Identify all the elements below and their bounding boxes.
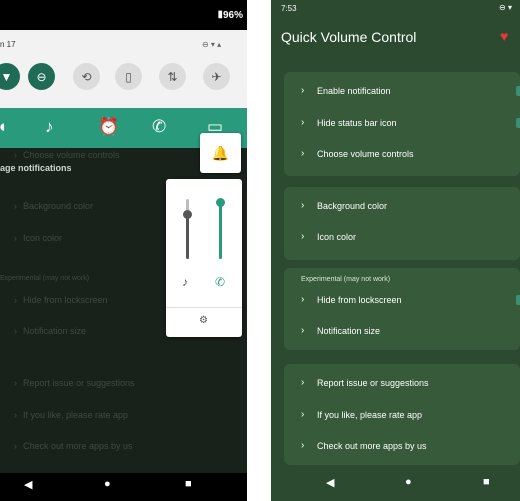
clock: 7:53	[281, 4, 297, 13]
chevron-right-icon: ›	[301, 409, 305, 420]
status-bar: 7:53 ⊖ ▾	[271, 0, 520, 18]
chevron-right-icon: ›	[301, 377, 305, 388]
call-volume-fill	[219, 202, 222, 259]
call-volume-thumb[interactable]	[216, 198, 225, 207]
battery-saver-tile[interactable]: ▯	[115, 63, 142, 90]
bg-row: › Report issue or suggestions	[14, 378, 135, 388]
chevron-right-icon: ›	[301, 117, 305, 128]
bg-section-title: age notifications	[0, 163, 72, 173]
ring-icon[interactable]: ◖	[0, 117, 7, 137]
bg-row: › Notification size	[14, 326, 87, 336]
settings-item[interactable]: Icon color	[317, 232, 356, 242]
home-icon[interactable]: ●	[405, 476, 412, 488]
call-icon[interactable]: ✆	[152, 117, 166, 137]
music-icon[interactable]: ♪	[45, 117, 54, 137]
airplane-icon: ✈	[211, 69, 222, 84]
right-phone-screen: 7:53 ⊖ ▾ Quick Volume Control ♥ Experime…	[271, 0, 520, 501]
bg-row: › If you like, please rate app	[14, 410, 129, 420]
settings-item[interactable]: Check out more apps by us	[317, 441, 427, 451]
bg-row: › Hide from lockscreen	[14, 295, 108, 305]
heart-icon[interactable]: ♥	[500, 28, 508, 44]
settings-item[interactable]: Hide status bar icon	[317, 118, 397, 128]
status-bar: ▮ 96%	[0, 0, 247, 30]
dnd-icon: ⊖	[36, 69, 47, 84]
settings-item[interactable]: Enable notification	[317, 86, 391, 96]
volume-panel: ♪ ✆ ⚙	[166, 179, 242, 337]
back-icon[interactable]: ◀	[326, 476, 334, 489]
wifi-icon: ▼	[0, 69, 13, 84]
bg-row: › Icon color	[14, 233, 63, 243]
bg-row: › Check out more apps by us	[14, 441, 133, 451]
data-icon: ⇅	[167, 69, 178, 84]
settings-item[interactable]: Hide from lockscreen	[317, 295, 402, 305]
navigation-bar	[0, 473, 247, 501]
settings-gear-icon[interactable]: ⚙	[199, 315, 208, 326]
recents-icon[interactable]: ■	[483, 476, 490, 488]
chevron-right-icon: ›	[301, 85, 305, 96]
app-bar: Quick Volume Control ♥	[271, 18, 520, 58]
app-title: Quick Volume Control	[281, 29, 417, 45]
divider	[166, 307, 242, 308]
media-icon: ♪	[182, 275, 188, 289]
settings-item[interactable]: Notification size	[317, 326, 380, 336]
recents-icon[interactable]: ■	[185, 478, 192, 490]
bg-row: › Background color	[14, 201, 94, 211]
shade-status-icons: ⊖ ▾ ▴	[202, 40, 222, 49]
call-icon: ✆	[215, 275, 226, 289]
alarm-icon[interactable]: ⏰	[98, 117, 119, 137]
toggle-switch[interactable]	[516, 118, 520, 128]
chevron-right-icon: ›	[301, 294, 305, 305]
settings-item[interactable]: Background color	[317, 201, 387, 211]
toggle-switch[interactable]	[516, 86, 520, 96]
chevron-right-icon: ›	[301, 148, 305, 159]
home-icon[interactable]: ●	[104, 478, 111, 490]
back-icon[interactable]: ◀	[24, 478, 32, 491]
bg-row: › Choose volume controls	[14, 150, 120, 160]
section-header: Experimental (may not work)	[301, 276, 391, 283]
left-phone-screen: ▮ 96% n 17 ⊖ ▾ ▴ ▼ ⊖ ⟲ ▯ ⇅ ✈ ◖ ♪ ⏰ ✆ ▭ › Choos…	[0, 0, 247, 501]
toggle-switch[interactable]	[516, 295, 520, 305]
settings-item[interactable]: Report issue or suggestions	[317, 378, 429, 388]
rotate-tile[interactable]: ⟲	[73, 63, 100, 90]
status-icons: ⊖ ▾	[499, 3, 512, 12]
chevron-right-icon: ›	[301, 231, 305, 242]
shade-date: n 17	[0, 40, 16, 49]
media-volume-thumb[interactable]	[183, 210, 192, 219]
media-volume-fill	[186, 214, 189, 259]
airplane-tile[interactable]: ✈	[203, 63, 230, 90]
settings-item[interactable]: Choose volume controls	[317, 149, 414, 159]
bg-section-header: Experimental (may not work)	[0, 275, 90, 282]
settings-item[interactable]: If you like, please rate app	[317, 410, 422, 420]
settings-card	[284, 187, 520, 260]
rotate-icon: ⟲	[81, 69, 92, 84]
dnd-tile[interactable]: ⊖	[28, 63, 55, 90]
data-tile[interactable]: ⇅	[159, 63, 186, 90]
bell-icon: 🔔	[211, 144, 230, 161]
chevron-right-icon: ›	[301, 200, 305, 211]
battery-percent: 96%	[222, 10, 243, 21]
ringer-mode-button[interactable]: 🔔	[200, 133, 241, 173]
chevron-right-icon: ›	[301, 440, 305, 451]
chevron-right-icon: ›	[301, 325, 305, 336]
battery-saver-icon: ▯	[125, 69, 132, 84]
